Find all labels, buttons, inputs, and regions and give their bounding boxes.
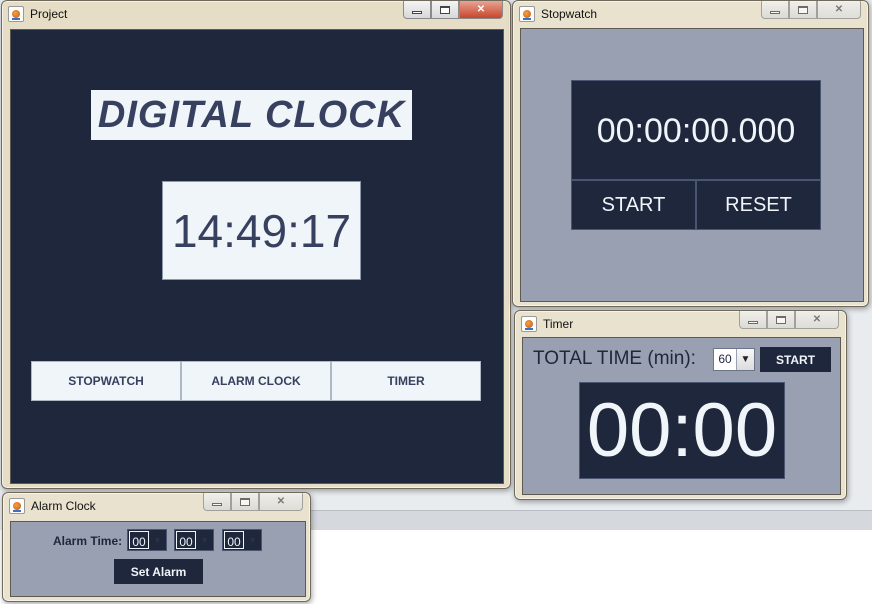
minutes-dropdown[interactable]: 60 ▼ [713, 348, 755, 371]
hour-value: 00 [129, 531, 149, 549]
close-button[interactable]: ✕ [795, 311, 839, 329]
stopwatch-start-button[interactable]: START [571, 180, 696, 230]
alarm-time-label: Alarm Time: [53, 534, 123, 548]
java-app-icon [8, 6, 24, 22]
close-icon: ✕ [834, 4, 844, 15]
timer-start-button[interactable]: START [760, 347, 831, 372]
stopwatch-controls: START RESET [571, 180, 821, 230]
stopwatch-titlebar[interactable]: Stopwatch ✕ [513, 1, 868, 27]
timer-button[interactable]: TIMER [331, 361, 481, 401]
timer-display: 00:00 [579, 382, 785, 479]
stopwatch-content: 00:00:00.000 START RESET [520, 28, 864, 302]
close-icon: ✕ [476, 4, 486, 15]
chevron-down-icon[interactable]: ▼ [149, 530, 166, 550]
minimize-icon [212, 502, 222, 506]
timer-window: Timer ✕ TOTAL TIME (min): 60 ▼ START 00:… [514, 310, 847, 500]
timer-titlebar[interactable]: Timer ✕ [515, 311, 846, 337]
stopwatch-button[interactable]: STOPWATCH [31, 361, 181, 401]
minimize-button[interactable] [403, 1, 431, 19]
total-time-label: TOTAL TIME (min): [533, 348, 696, 369]
stopwatch-reset-button[interactable]: RESET [696, 180, 821, 230]
project-content: DIGITAL CLOCK 14:49:17 STOPWATCH ALARM C… [10, 29, 504, 484]
close-icon: ✕ [276, 496, 286, 507]
minimize-button[interactable] [761, 1, 789, 19]
window-title: Alarm Clock [31, 499, 96, 513]
mode-nav: STOPWATCH ALARM CLOCK TIMER [31, 361, 481, 401]
timer-content: TOTAL TIME (min): 60 ▼ START 00:00 [522, 337, 841, 495]
maximize-button[interactable] [231, 493, 259, 511]
java-app-icon [521, 316, 537, 332]
chevron-down-icon[interactable]: ▼ [244, 530, 261, 550]
stopwatch-window: Stopwatch ✕ 00:00:00.000 START RESET [512, 0, 869, 307]
alarm-content: Alarm Time: 00 ▼ 00 ▼ 00 ▼ Set Alarm [10, 521, 306, 597]
maximize-button[interactable] [767, 311, 795, 329]
project-titlebar[interactable]: Project ✕ [2, 1, 510, 27]
java-app-icon [519, 6, 535, 22]
minute-value: 00 [176, 531, 196, 549]
maximize-icon [776, 315, 786, 324]
stopwatch-display: 00:00:00.000 [571, 80, 821, 180]
maximize-icon [798, 5, 808, 14]
set-alarm-button[interactable]: Set Alarm [114, 559, 203, 584]
project-window: Project ✕ DIGITAL CLOCK 14:49:17 STOPWAT… [1, 0, 511, 489]
chevron-down-icon[interactable]: ▼ [736, 349, 754, 370]
minimize-icon [770, 10, 780, 14]
page-title: DIGITAL CLOCK [91, 90, 412, 140]
window-title: Stopwatch [541, 7, 598, 21]
window-title: Project [30, 7, 68, 21]
close-icon: ✕ [812, 314, 822, 325]
alarm-clock-button[interactable]: ALARM CLOCK [181, 361, 331, 401]
chevron-down-icon[interactable]: ▼ [196, 530, 213, 550]
hour-dropdown[interactable]: 00 ▼ [127, 529, 167, 551]
clock-time-display: 14:49:17 [162, 181, 361, 280]
minimize-icon [748, 320, 758, 324]
close-button[interactable]: ✕ [259, 493, 303, 511]
minute-dropdown[interactable]: 00 ▼ [174, 529, 214, 551]
minimize-button[interactable] [203, 493, 231, 511]
java-app-icon [9, 498, 25, 514]
window-title: Timer [543, 317, 574, 331]
maximize-icon [240, 497, 250, 506]
alarm-titlebar[interactable]: Alarm Clock ✕ [3, 493, 310, 519]
second-value: 00 [224, 531, 244, 549]
background-window-strip [300, 510, 872, 530]
minimize-button[interactable] [739, 311, 767, 329]
alarm-clock-window: Alarm Clock ✕ Alarm Time: 00 ▼ 00 ▼ 00 ▼… [2, 492, 311, 602]
maximize-button[interactable] [789, 1, 817, 19]
minutes-value: 60 [718, 352, 732, 366]
close-button[interactable]: ✕ [459, 1, 503, 19]
maximize-icon [440, 5, 450, 14]
maximize-button[interactable] [431, 1, 459, 19]
minimize-icon [412, 10, 422, 14]
second-dropdown[interactable]: 00 ▼ [222, 529, 262, 551]
close-button[interactable]: ✕ [817, 1, 861, 19]
